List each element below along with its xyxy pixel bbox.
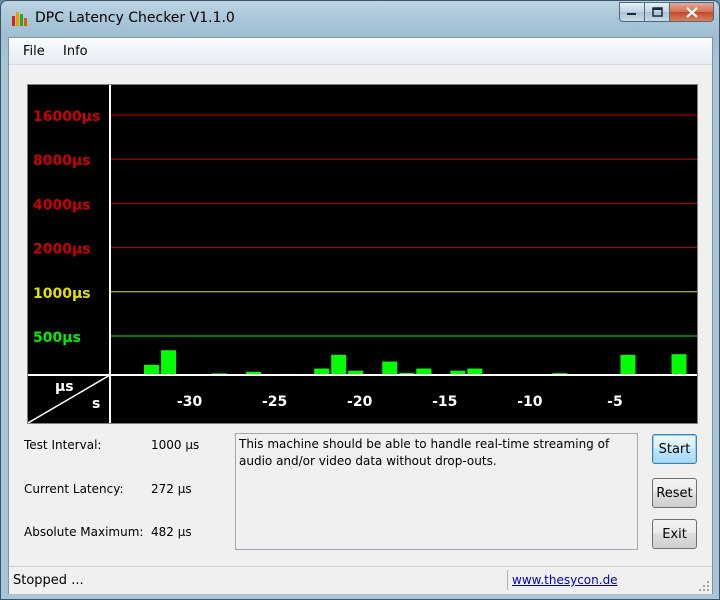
y-unit-label: µs [55, 379, 74, 395]
latency-bar [382, 361, 398, 375]
absolute-maximum-label: Absolute Maximum: [24, 525, 144, 539]
y-tick-label: 4000µs [33, 197, 91, 213]
close-button[interactable] [670, 2, 714, 22]
latency-chart-svg: 16000µs 8000µs 4000µs 2000µs 1000µs 500µs µs s -… [28, 85, 697, 423]
client-area: File Info 16000µs 8000µs 4000µs 2000µs 1000µ… [8, 37, 713, 594]
x-tick-label: -5 [607, 394, 623, 410]
current-latency-value: 272 µs [151, 482, 192, 496]
menu-info[interactable]: Info [63, 44, 88, 59]
absolute-maximum-value: 482 µs [151, 525, 192, 539]
latency-bar [671, 354, 687, 375]
maximize-button[interactable] [645, 2, 670, 22]
reset-button[interactable]: Reset [652, 478, 697, 508]
window-title: DPC Latency Checker V1.1.0 [35, 10, 235, 26]
current-latency-label: Current Latency: [24, 482, 124, 496]
menu-file[interactable]: File [23, 44, 45, 59]
x-tick-label: -15 [432, 394, 457, 410]
y-tick-label: 500µs [33, 330, 81, 346]
title-bar[interactable]: DPC Latency Checker V1.1.0 [1, 1, 719, 35]
exit-button[interactable]: Exit [652, 519, 697, 549]
y-tick-label: 2000µs [33, 242, 91, 258]
test-interval-value: 1000 µs [151, 438, 200, 452]
test-interval-label: Test Interval: [24, 438, 102, 452]
x-tick-label: -25 [262, 394, 287, 410]
result-message-box: This machine should be able to handle re… [235, 433, 638, 550]
resize-grip-icon[interactable] [698, 580, 710, 592]
menu-bar: File Info [9, 38, 712, 65]
maximize-icon [651, 7, 663, 17]
close-icon [685, 6, 698, 18]
app-window: DPC Latency Checker V1.1.0 File Info 160… [0, 0, 720, 600]
latency-chart: 16000µs 8000µs 4000µs 2000µs 1000µs 500µs µs s -… [27, 84, 698, 424]
website-link[interactable]: www.thesycon.de [512, 573, 618, 587]
y-tick-label: 16000µs [33, 109, 100, 125]
y-tick-label: 8000µs [33, 153, 91, 169]
x-tick-label: -20 [347, 394, 373, 410]
y-tick-label: 1000µs [33, 286, 91, 302]
latency-bar [144, 364, 160, 375]
start-button[interactable]: Start [652, 434, 697, 464]
status-separator [507, 570, 508, 590]
x-tick-label: -10 [517, 394, 543, 410]
x-unit-label: s [92, 396, 100, 412]
latency-bar [620, 354, 636, 375]
latency-bar [161, 350, 177, 375]
minimize-icon [627, 13, 636, 15]
caption-buttons [619, 2, 714, 23]
status-text: Stopped ... [13, 573, 84, 588]
minimize-button[interactable] [619, 2, 645, 22]
x-tick-label: -30 [177, 394, 203, 410]
latency-bar [331, 354, 347, 375]
app-bars-icon [12, 12, 27, 26]
status-bar: Stopped ... www.thesycon.de [9, 566, 712, 594]
